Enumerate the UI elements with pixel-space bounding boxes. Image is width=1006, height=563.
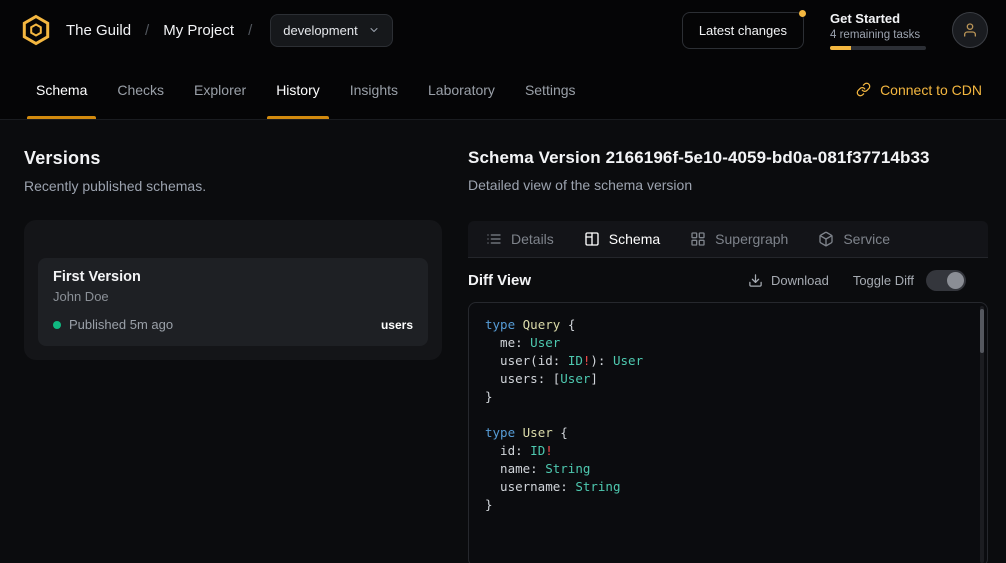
code-line: me: User <box>485 334 971 352</box>
target-selector-value: development <box>283 23 357 38</box>
nav-tab-explorer[interactable]: Explorer <box>194 60 246 119</box>
version-author: John Doe <box>53 289 413 304</box>
version-name: First Version <box>53 269 413 285</box>
toggle-diff-label: Toggle Diff <box>853 273 914 288</box>
versions-column: Versions Recently published schemas. Fir… <box>24 148 442 563</box>
download-button[interactable]: Download <box>748 273 829 288</box>
detail-tab-details[interactable]: Details <box>486 231 554 247</box>
schema-version-subtitle: Detailed view of the schema version <box>468 177 988 193</box>
versions-subtitle: Recently published schemas. <box>24 178 442 194</box>
get-started-widget[interactable]: Get Started 4 remaining tasks <box>830 11 926 50</box>
breadcrumb-project[interactable]: My Project <box>163 22 234 39</box>
code-line: user(id: ID!): User <box>485 352 971 370</box>
detail-tab-label: Schema <box>609 231 660 247</box>
chevron-down-icon <box>368 24 380 36</box>
primary-tabs: Schema Checks Explorer History Insights Labor… <box>36 60 576 119</box>
version-status-row: Published 5m ago users <box>53 317 413 332</box>
detail-tabs: Details Schema Supergraph Service <box>468 221 988 258</box>
user-avatar[interactable] <box>952 12 988 48</box>
box-icon <box>818 231 834 247</box>
code-line: } <box>485 388 971 406</box>
code-line: username: String <box>485 478 971 496</box>
nav-tab-schema[interactable]: Schema <box>36 60 87 119</box>
download-label: Download <box>771 273 829 288</box>
nav-tab-laboratory[interactable]: Laboratory <box>428 60 495 119</box>
version-list-item[interactable]: First Version John Doe Published 5m ago use… <box>38 258 428 346</box>
diff-view-title: Diff View <box>468 272 531 289</box>
schema-version-panel: Details Schema Supergraph Service Diff View… <box>468 221 988 563</box>
user-icon <box>962 22 978 38</box>
version-list: First Version John Doe Published 5m ago use… <box>38 258 428 346</box>
breadcrumb: The Guild / My Project / development <box>20 14 393 47</box>
nav-tab-insights[interactable]: Insights <box>350 60 398 119</box>
scrollbar-thumb[interactable] <box>980 309 984 353</box>
link-icon <box>856 82 871 97</box>
nav-tab-history[interactable]: History <box>276 60 320 119</box>
detail-tab-label: Details <box>511 231 554 247</box>
detail-tab-label: Service <box>843 231 890 247</box>
breadcrumb-separator: / <box>145 22 149 39</box>
target-selector[interactable]: development <box>270 14 392 47</box>
detail-tab-supergraph[interactable]: Supergraph <box>690 231 788 247</box>
get-started-progress-bar <box>830 46 926 50</box>
detail-tab-service[interactable]: Service <box>818 231 890 247</box>
code-line <box>485 406 971 424</box>
nav-tab-settings[interactable]: Settings <box>525 60 576 119</box>
scrollbar <box>980 306 984 563</box>
get-started-subtitle: 4 remaining tasks <box>830 29 926 41</box>
list-icon <box>486 231 502 247</box>
latest-changes-button[interactable]: Latest changes <box>682 12 804 49</box>
get-started-progress-fill <box>830 46 851 50</box>
published-dot <box>53 321 61 329</box>
connect-cdn-button[interactable]: Connect to CDN <box>856 60 982 119</box>
nav-tab-checks[interactable]: Checks <box>117 60 164 119</box>
main-content: Versions Recently published schemas. Fir… <box>0 120 1006 563</box>
versions-card: First Version John Doe Published 5m ago use… <box>24 220 442 360</box>
service-badge: users <box>381 318 413 332</box>
schema-version-title: Schema Version 2166196f-5e10-4059-bd0a-0… <box>468 148 988 168</box>
code-line: type User { <box>485 424 971 442</box>
breadcrumb-org[interactable]: The Guild <box>66 22 131 39</box>
primary-nav: Schema Checks Explorer History Insights Labor… <box>0 60 1006 120</box>
schema-icon <box>584 231 600 247</box>
schema-version-column: Schema Version 2166196f-5e10-4059-bd0a-0… <box>468 148 988 563</box>
detail-tab-label: Supergraph <box>715 231 788 247</box>
hive-logo-icon[interactable] <box>20 14 52 46</box>
top-header: The Guild / My Project / development Lat… <box>0 0 1006 60</box>
get-started-title: Get Started <box>830 11 926 26</box>
schema-code-block[interactable]: type Query { me: User user(id: ID!): Use… <box>468 302 988 563</box>
detail-tab-schema[interactable]: Schema <box>584 231 660 247</box>
grid-icon <box>690 231 706 247</box>
code-line: name: String <box>485 460 971 478</box>
notification-dot <box>799 10 806 17</box>
breadcrumb-separator: / <box>248 22 252 39</box>
code-line: id: ID! <box>485 442 971 460</box>
versions-title: Versions <box>24 148 442 169</box>
diff-toolbar: Diff View Download Toggle Diff <box>468 258 988 302</box>
code-line: users: [User] <box>485 370 971 388</box>
header-actions: Latest changes Get Started 4 remaining t… <box>682 11 988 50</box>
code-line: type Query { <box>485 316 971 334</box>
toggle-diff-switch[interactable] <box>926 270 966 291</box>
version-status: Published 5m ago <box>69 317 173 332</box>
code-area: type Query { me: User user(id: ID!): Use… <box>485 316 971 514</box>
app-root: The Guild / My Project / development Lat… <box>0 0 1006 563</box>
latest-changes-label: Latest changes <box>699 23 787 38</box>
toggle-diff-group: Toggle Diff <box>853 270 966 291</box>
download-icon <box>748 273 763 288</box>
diff-actions: Download Toggle Diff <box>748 270 966 291</box>
connect-cdn-label: Connect to CDN <box>880 82 982 98</box>
toggle-knob <box>947 272 964 289</box>
code-line: } <box>485 496 971 514</box>
